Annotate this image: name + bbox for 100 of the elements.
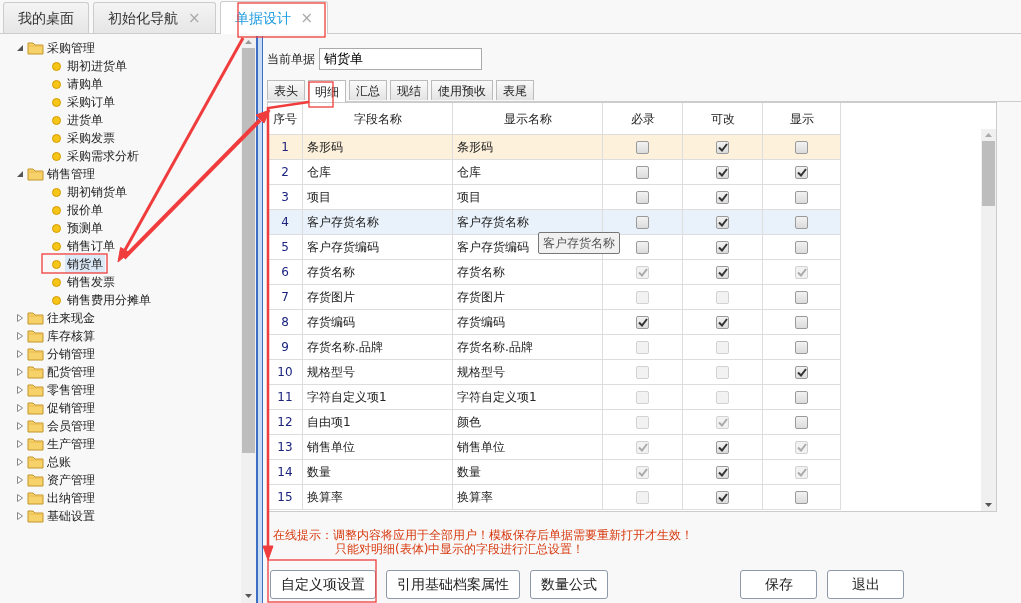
tab[interactable]: 表头 [267,80,305,100]
collapse-icon[interactable] [16,169,24,179]
checkbox[interactable] [795,365,808,379]
checkbox[interactable] [636,165,649,179]
bullet-icon [52,133,61,143]
table-cell: 仓库 [303,160,453,185]
tree-item[interactable]: 销售管理 [47,165,95,183]
checkbox[interactable] [795,390,808,404]
checkbox[interactable] [716,490,729,504]
tab[interactable]: 我的桌面 [3,2,89,33]
checkbox[interactable] [716,140,729,154]
expand-icon[interactable] [16,457,24,467]
tree-item[interactable]: 生产管理 [47,435,95,453]
checkbox[interactable] [795,190,808,204]
table-cell: 存货编码 [453,310,603,335]
checkbox[interactable] [716,265,729,279]
tree-item[interactable]: 采购管理 [47,39,95,57]
tree-item[interactable]: 期初进货单 [65,57,129,75]
tree-item[interactable]: 请购单 [65,75,105,93]
checkbox[interactable] [716,465,729,479]
tree-item[interactable]: 销售发票 [65,273,117,291]
tree-item[interactable]: 库存核算 [47,327,95,345]
tree-item[interactable]: 销货单 [65,255,105,273]
folder-icon [27,347,44,361]
action-button[interactable]: 引用基础档案属性 [386,570,520,599]
tree-item[interactable]: 基础设置 [47,507,95,525]
checkbox[interactable] [795,490,808,504]
tree-item[interactable]: 总账 [47,453,71,471]
input-field[interactable]: 销货单 [319,48,482,70]
checkbox[interactable] [636,140,649,154]
tree-item[interactable]: 销售费用分摊单 [65,291,153,309]
expand-icon[interactable] [16,421,24,431]
checkbox[interactable] [716,440,729,454]
checkbox[interactable] [795,165,808,179]
checkbox[interactable] [795,140,808,154]
checkbox[interactable] [636,240,649,254]
tab[interactable]: 使用预收 [431,80,493,100]
tree-item[interactable]: 采购发票 [65,129,117,147]
folder-icon [27,491,44,505]
expand-icon[interactable] [16,385,24,395]
checkbox[interactable] [716,240,729,254]
action-button[interactable]: 数量公式 [530,570,608,599]
action-button[interactable]: 自定义项设置 [270,570,376,599]
tree-item[interactable]: 期初销货单 [65,183,129,201]
tree-item[interactable]: 报价单 [65,201,105,219]
scrollbar[interactable] [981,129,996,511]
row-number: 10 [268,360,303,385]
expand-icon[interactable] [16,475,24,485]
checkbox[interactable] [716,315,729,329]
scroll-thumb[interactable] [982,141,995,206]
tree-item[interactable]: 促销管理 [47,399,95,417]
checkbox[interactable] [795,290,808,304]
row-number: 8 [268,310,303,335]
tree-item[interactable]: 分销管理 [47,345,95,363]
folder-icon [27,365,44,379]
checkbox[interactable] [795,340,808,354]
expand-icon[interactable] [16,313,24,323]
tab[interactable]: 表尾 [496,80,534,100]
expand-icon[interactable] [16,403,24,413]
tree-item[interactable]: 配货管理 [47,363,95,381]
action-button[interactable]: 退出 [827,570,904,599]
tab[interactable]: 现结 [390,80,428,100]
row-number: 5 [268,235,303,260]
action-button[interactable]: 保存 [740,570,817,599]
tree-item[interactable]: 往来现金 [47,309,95,327]
tab[interactable]: 汇总 [349,80,387,100]
tree-item[interactable]: 预测单 [65,219,105,237]
expand-icon[interactable] [16,439,24,449]
tree-item[interactable]: 资产管理 [47,471,95,489]
checkbox[interactable] [716,215,729,229]
folder-icon [27,329,44,343]
checkbox[interactable] [795,240,808,254]
tree-item[interactable]: 销售订单 [65,237,117,255]
checkbox[interactable] [636,190,649,204]
scroll-thumb[interactable] [242,48,255,453]
scrollbar[interactable] [241,36,256,603]
tree-item[interactable]: 零售管理 [47,381,95,399]
folder-icon [27,401,44,415]
checkbox[interactable] [636,215,649,229]
checkbox[interactable] [636,315,649,329]
tree-item[interactable]: 出纳管理 [47,489,95,507]
checkbox[interactable] [716,165,729,179]
tree-item[interactable]: 会员管理 [47,417,95,435]
row-number: 14 [268,460,303,485]
tree-item[interactable]: 采购需求分析 [65,147,141,165]
table-cell: 规格型号 [453,360,603,385]
collapse-icon[interactable] [16,43,24,53]
checkbox[interactable] [795,215,808,229]
expand-icon[interactable] [16,349,24,359]
checkbox[interactable] [795,315,808,329]
tree-item[interactable]: 进货单 [65,111,105,129]
tree-item[interactable]: 采购订单 [65,93,117,111]
expand-icon[interactable] [16,331,24,341]
expand-icon[interactable] [16,367,24,377]
splitter[interactable] [256,36,263,603]
tab[interactable]: 初始化导航 × [93,2,216,33]
checkbox[interactable] [716,190,729,204]
expand-icon[interactable] [16,493,24,503]
expand-icon[interactable] [16,511,24,521]
checkbox[interactable] [795,415,808,429]
